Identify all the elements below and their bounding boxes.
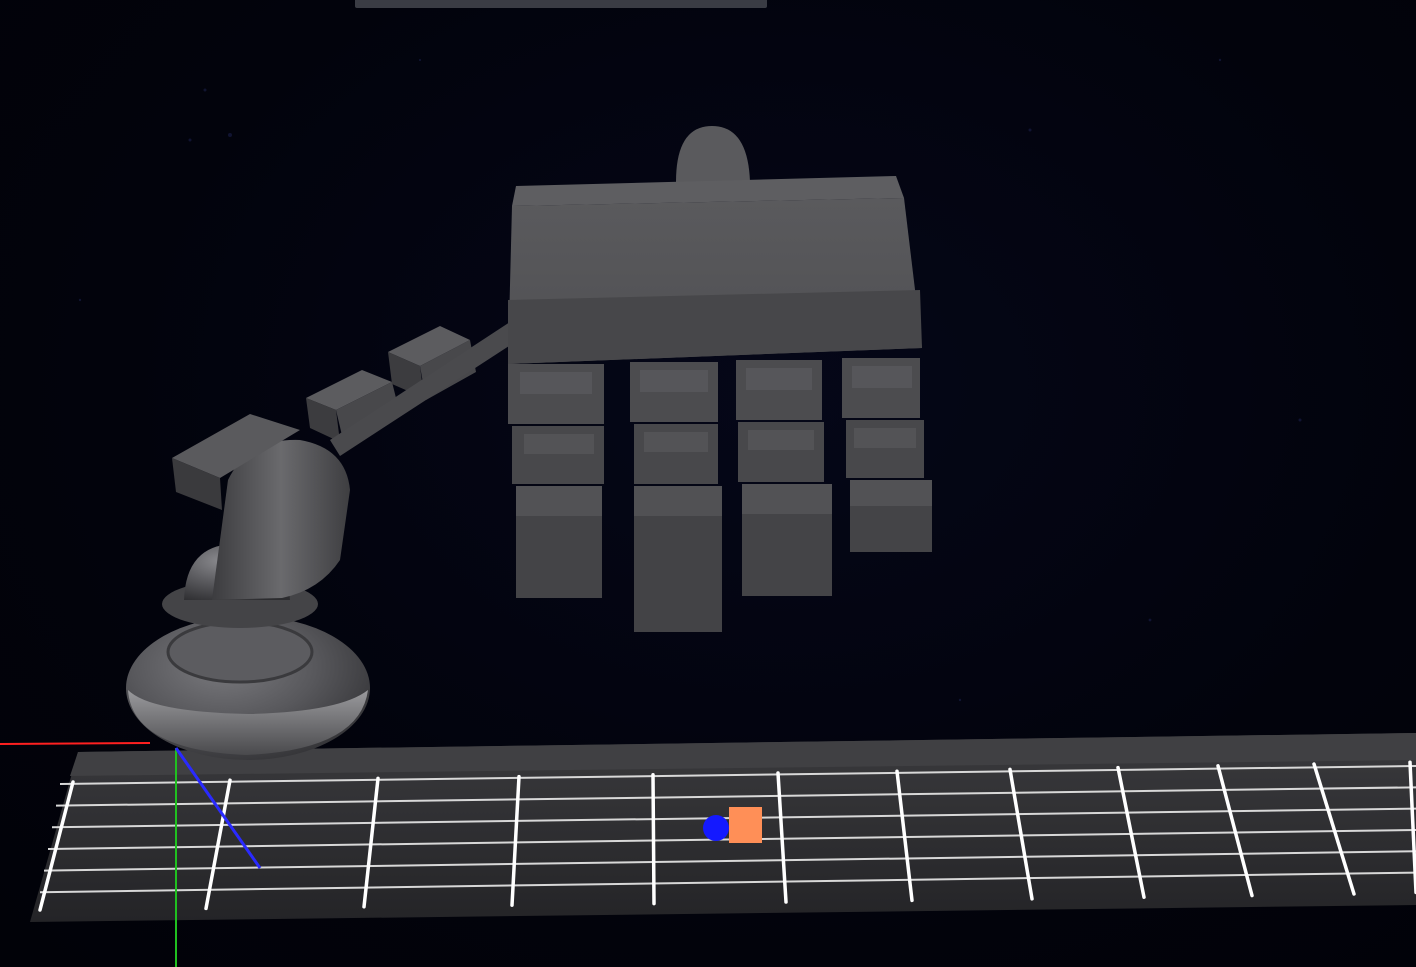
3d-viewport[interactable] (0, 0, 1416, 967)
robot-arm[interactable] (172, 322, 512, 600)
scene-canvas (0, 58, 1416, 967)
base-slot (166, 620, 314, 684)
fingers[interactable] (508, 358, 932, 632)
robot-hand[interactable] (508, 126, 922, 364)
fingertip-marker[interactable] (703, 815, 729, 841)
fret-5 (651, 773, 656, 906)
palm-lower-face (508, 290, 922, 364)
finger-4[interactable] (842, 358, 932, 552)
wrist-knob (676, 126, 750, 182)
finger-3[interactable] (736, 360, 832, 596)
finger-2[interactable] (630, 362, 722, 632)
target-note-marker[interactable] (729, 807, 762, 843)
x-axis (0, 742, 151, 745)
finger-1[interactable] (508, 364, 604, 598)
